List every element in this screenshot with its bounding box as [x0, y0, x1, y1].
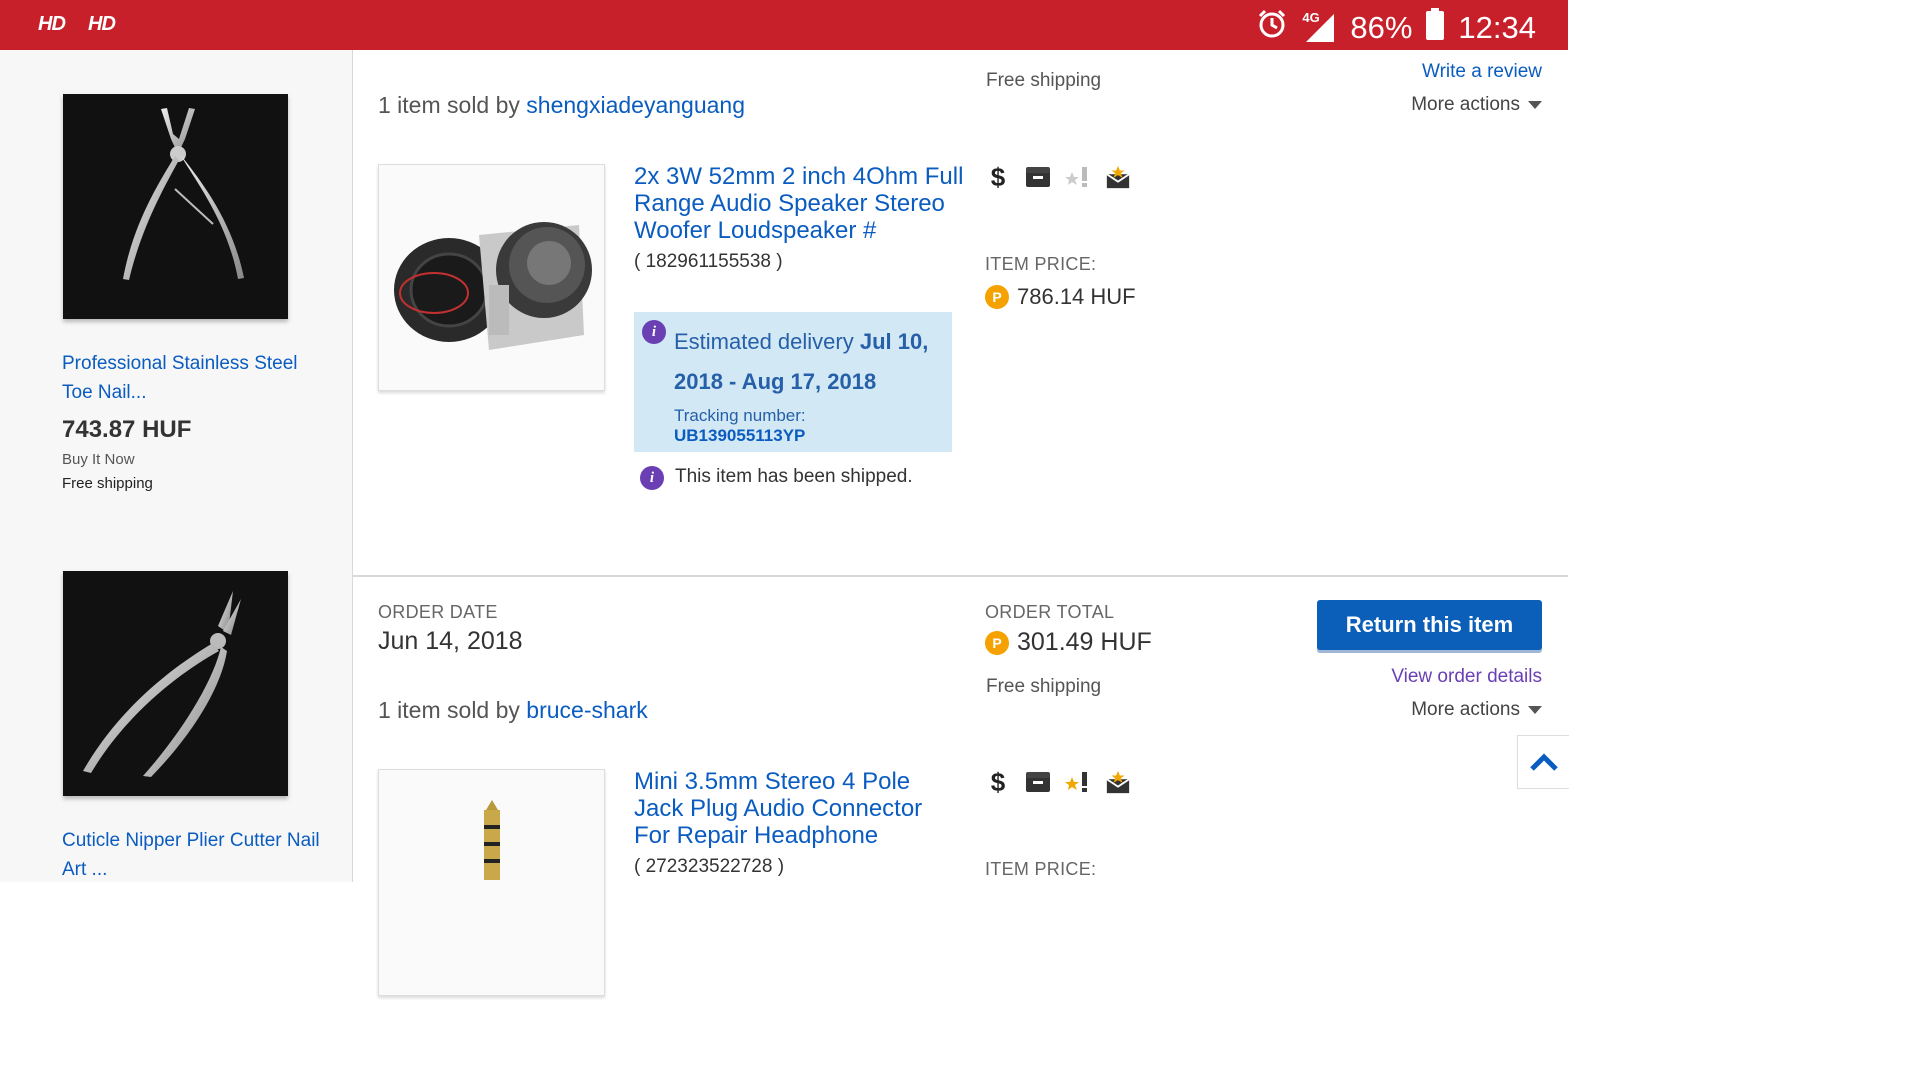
delivery-prefix: Estimated delivery	[674, 329, 854, 354]
paid-icon: $	[990, 161, 1006, 192]
more-actions-label: More actions	[1411, 94, 1520, 115]
jack-plug-image[interactable]	[378, 769, 605, 996]
estimated-delivery: Estimated delivery Jul 10, 2018 - Aug 17…	[674, 322, 944, 402]
order-date: Jun 14, 2018	[378, 627, 523, 655]
delivery-info-box: i Estimated delivery Jul 10, 2018 - Aug …	[634, 312, 952, 452]
coin-icon: P	[985, 630, 1009, 655]
status-bar: HD HD 4G 86% 12:34	[0, 0, 1568, 50]
item1-price: P 786.14 HUF	[985, 284, 1136, 310]
order1-sold-by: 1 item sold by shengxiadeyanguang	[378, 92, 745, 119]
sidebar-item-title-2[interactable]: Cuticle Nipper Plier Cutter Nail Art ...	[62, 826, 322, 884]
seller-link[interactable]: bruce-shark	[526, 697, 647, 723]
seller-link[interactable]: shengxiadeyanguang	[526, 92, 745, 118]
sidebar-item-shipping-1: Free shipping	[62, 475, 153, 492]
order-total: P 301.49 HUF	[985, 628, 1152, 657]
more-actions-label: More actions	[1411, 699, 1520, 720]
item1-status-icons: $	[985, 161, 1131, 192]
order2-shipping: Free shipping	[986, 676, 1102, 697]
write-review-link[interactable]: Write a review	[1422, 61, 1542, 83]
coin-icon: P	[985, 285, 1009, 309]
order-total-label: ORDER TOTAL	[985, 602, 1115, 622]
shipped-status: This item has been shipped.	[675, 466, 913, 487]
sidebar-item-format-1: Buy It Now	[62, 451, 135, 468]
order-date-label: ORDER DATE	[378, 602, 498, 622]
sidebar-item-price-1: 743.87 HUF	[62, 416, 192, 443]
feedback-received-icon	[1105, 769, 1131, 795]
order2-sold-by: 1 item sold by bruce-shark	[378, 697, 648, 724]
item2-number: ( 272323522728 )	[634, 856, 785, 877]
battery-percent: 86%	[1350, 10, 1413, 45]
hd-badge-1: HD	[38, 13, 66, 35]
item2-price-label: ITEM PRICE:	[985, 859, 1097, 879]
chevron-down-icon	[1528, 706, 1542, 714]
sold-by-prefix: 1 item sold by	[378, 697, 520, 723]
info-icon: i	[642, 320, 666, 344]
shipped-box-icon	[1025, 769, 1051, 795]
nail-clipper-image[interactable]	[63, 94, 288, 319]
item1-price-value: 786.14 HUF	[1017, 284, 1136, 309]
feedback-left-icon	[1065, 769, 1091, 795]
item1-price-label: ITEM PRICE:	[985, 254, 1097, 274]
sold-by-prefix: 1 item sold by	[378, 92, 520, 118]
tracking-label: Tracking number:	[674, 406, 806, 425]
speaker-image[interactable]	[378, 164, 605, 391]
item2-title-link[interactable]: Mini 3.5mm Stereo 4 Pole Jack Plug Audio…	[634, 768, 964, 849]
signal-icon: 4G	[1302, 10, 1336, 44]
hd-badge-2: HD	[88, 13, 116, 35]
item1-number: ( 182961155538 )	[634, 251, 783, 272]
battery-icon	[1426, 8, 1445, 48]
order2-more-actions[interactable]: More actions	[1411, 699, 1542, 721]
item1-title-link[interactable]: 2x 3W 52mm 2 inch 4Ohm Full Range Audio …	[634, 163, 964, 244]
cuticle-nipper-image[interactable]	[63, 571, 288, 796]
view-order-details-link[interactable]: View order details	[1391, 666, 1542, 688]
feedback-pending-icon	[1065, 164, 1091, 190]
clock: 12:34	[1458, 10, 1536, 45]
return-item-button[interactable]: Return this item	[1317, 600, 1542, 650]
shipped-info-icon: i	[640, 466, 664, 490]
feedback-received-icon	[1105, 164, 1131, 190]
chevron-down-icon	[1528, 101, 1542, 109]
shipped-box-icon	[1025, 164, 1051, 190]
tracking-number-link[interactable]: UB139055113YP	[674, 426, 805, 446]
order-total-value: 301.49 HUF	[1017, 628, 1152, 656]
scroll-to-top-button[interactable]	[1517, 735, 1569, 789]
chevron-up-icon	[1529, 753, 1558, 771]
order-divider	[353, 575, 1568, 577]
item2-status-icons: $	[985, 766, 1131, 797]
sidebar-item-title-1[interactable]: Professional Stainless Steel Toe Nail...	[62, 349, 322, 407]
order1-shipping: Free shipping	[986, 70, 1102, 91]
alarm-icon	[1256, 8, 1288, 48]
paid-icon: $	[990, 766, 1006, 797]
order1-more-actions[interactable]: More actions	[1411, 94, 1542, 116]
